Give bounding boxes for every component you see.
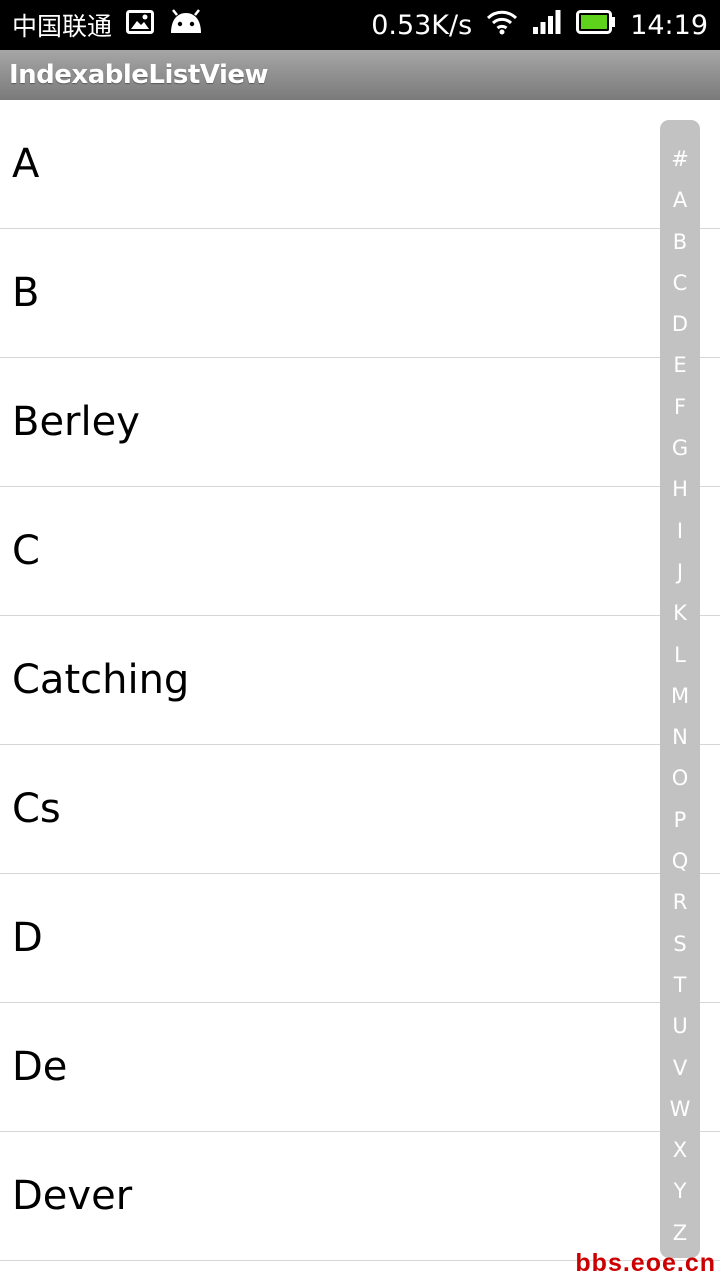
list-item-label: B xyxy=(12,270,40,316)
wifi-icon xyxy=(486,9,518,42)
list-item-label: D xyxy=(12,915,43,961)
index-letter-u[interactable]: U xyxy=(672,1011,687,1041)
index-letter-i[interactable]: I xyxy=(677,516,683,546)
index-letter-v[interactable]: V xyxy=(673,1053,687,1083)
list-item-label: C xyxy=(12,528,40,574)
android-notification-icon xyxy=(168,8,204,42)
index-letter-f[interactable]: F xyxy=(674,392,686,422)
index-letter-t[interactable]: T xyxy=(674,970,687,1000)
list-item-label: Dever xyxy=(12,1173,133,1219)
list-item[interactable]: Dever xyxy=(0,1132,720,1261)
index-letter-n[interactable]: N xyxy=(672,722,688,752)
index-letter-g[interactable]: G xyxy=(672,433,688,463)
alphabet-index-bar[interactable]: # A B C D E F G H I J K L M N O P Q R S … xyxy=(660,120,700,1258)
index-letter-j[interactable]: J xyxy=(677,557,683,587)
list-item-label: Catching xyxy=(12,657,190,703)
list-item[interactable]: De xyxy=(0,1003,720,1132)
battery-icon xyxy=(576,9,616,41)
list-item[interactable]: A xyxy=(0,100,720,229)
index-letter-m[interactable]: M xyxy=(671,681,689,711)
index-letter-r[interactable]: R xyxy=(673,887,688,917)
carrier-name: 中国联通 xyxy=(12,12,113,41)
index-letter-a[interactable]: A xyxy=(673,185,687,215)
index-letter-d[interactable]: D xyxy=(672,309,688,339)
network-speed: 0.53K/s xyxy=(371,9,473,41)
index-letter-l[interactable]: L xyxy=(674,640,686,670)
list-item[interactable]: D xyxy=(0,874,720,1003)
list-item[interactable]: Catching xyxy=(0,616,720,745)
index-letter-b[interactable]: B xyxy=(673,227,687,257)
watermark-text: bbs.eoe.cn xyxy=(575,1249,716,1277)
index-letter-y[interactable]: Y xyxy=(674,1176,687,1206)
list-item[interactable]: Cs xyxy=(0,745,720,874)
app-title-bar: IndexableListView xyxy=(0,50,720,100)
index-letter-k[interactable]: K xyxy=(673,598,687,628)
index-letter-s[interactable]: S xyxy=(673,929,686,959)
index-letter-q[interactable]: Q xyxy=(672,846,689,876)
list-item-label: A xyxy=(12,141,40,187)
list-item[interactable]: C xyxy=(0,487,720,616)
clock: 14:19 xyxy=(630,9,708,41)
status-bar: 中国联通 0.53K/s 14:19 xyxy=(0,0,720,50)
index-letter-z[interactable]: Z xyxy=(673,1218,687,1248)
indexable-list[interactable]: A B Berley C Catching Cs D De Dever xyxy=(0,100,720,1261)
list-item[interactable]: B xyxy=(0,229,720,358)
app-title: IndexableListView xyxy=(9,60,269,90)
list-item[interactable]: Berley xyxy=(0,358,720,487)
list-item-label: Cs xyxy=(12,786,61,832)
list-item-label: Berley xyxy=(12,399,140,445)
index-letter-hash[interactable]: # xyxy=(671,144,689,174)
signal-icon xyxy=(532,9,562,42)
index-letter-w[interactable]: W xyxy=(670,1094,691,1124)
list-item-label: De xyxy=(12,1044,68,1090)
index-letter-e[interactable]: E xyxy=(673,350,686,380)
image-notification-icon xyxy=(126,9,155,41)
index-letter-h[interactable]: H xyxy=(672,474,688,504)
index-letter-c[interactable]: C xyxy=(673,268,688,298)
index-letter-p[interactable]: P xyxy=(674,805,687,835)
index-letter-x[interactable]: X xyxy=(673,1135,687,1165)
index-letter-o[interactable]: O xyxy=(672,763,689,793)
